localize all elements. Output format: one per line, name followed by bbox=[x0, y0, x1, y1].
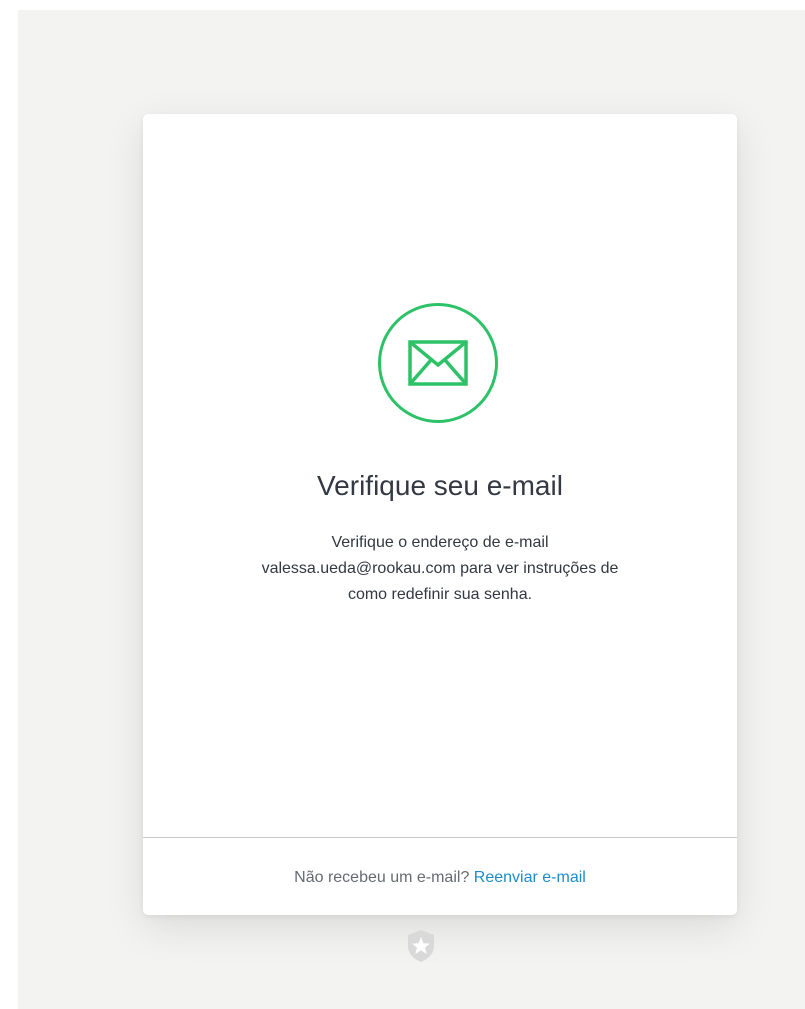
footer-divider bbox=[143, 837, 737, 838]
instruction-message: Verifique o endereço de e-mail valessa.u… bbox=[180, 530, 700, 608]
instruction-line-3: como redefinir sua senha. bbox=[347, 586, 533, 603]
card-footer: Não recebeu um e-mail? Reenviar e-mail bbox=[143, 869, 737, 887]
page-background: Verifique seu e-mail Verifique o endereç… bbox=[18, 10, 805, 1009]
resend-email-link[interactable]: Reenviar e-mail bbox=[474, 869, 586, 886]
verify-email-card: Verifique seu e-mail Verifique o endereç… bbox=[143, 114, 737, 915]
star-shield-logo-icon bbox=[405, 928, 437, 964]
page-title: Verifique seu e-mail bbox=[317, 470, 563, 501]
instruction-line-2: valessa.ueda@rookau.com para ver instruç… bbox=[261, 560, 619, 577]
envelope-icon bbox=[378, 303, 498, 423]
resend-question: Não recebeu um e-mail? bbox=[294, 869, 470, 886]
instruction-line-1: Verifique o endereço de e-mail bbox=[331, 534, 549, 551]
